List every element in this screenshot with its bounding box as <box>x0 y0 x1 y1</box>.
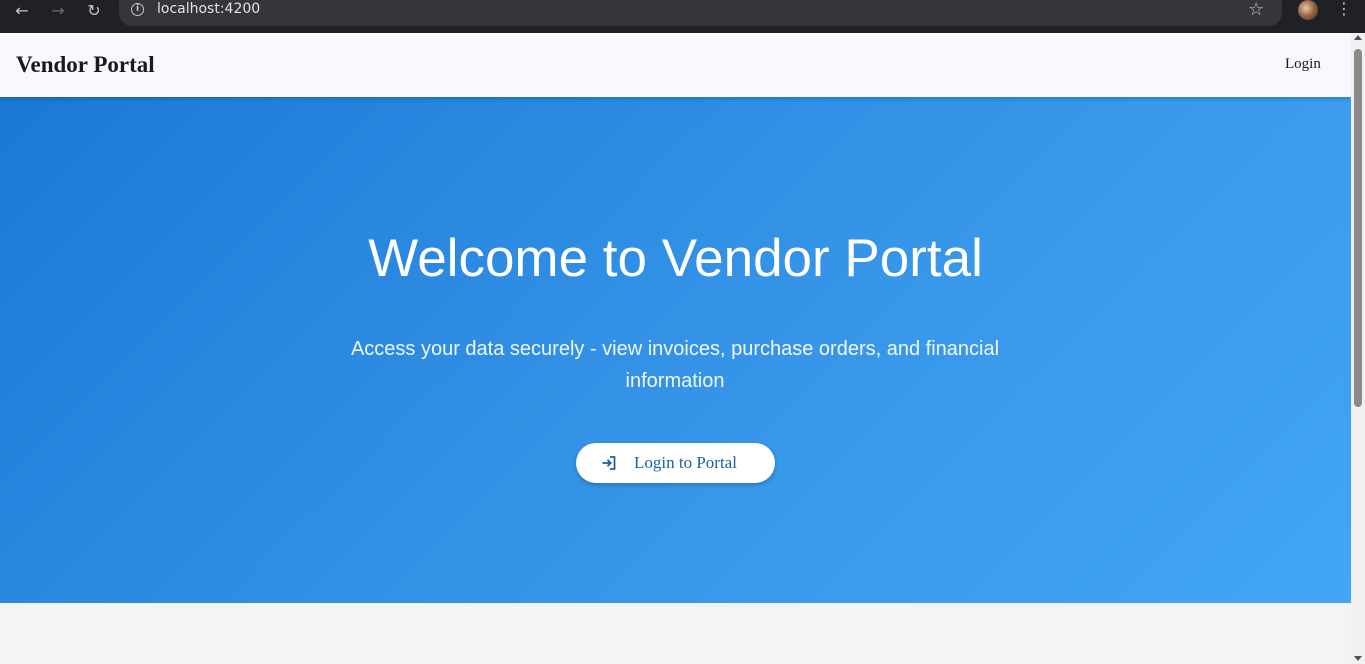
hero-title: Welcome to Vendor Portal <box>368 229 983 288</box>
star-icon[interactable]: ☆ <box>1248 0 1264 20</box>
hero-subtitle: Access your data securely - view invoice… <box>350 338 1000 392</box>
profile-avatar[interactable] <box>1298 0 1318 20</box>
hero-section: Welcome to Vendor Portal Access your dat… <box>0 97 1351 603</box>
scroll-up-arrow-icon[interactable] <box>1354 35 1362 40</box>
site-header: Vendor Portal Login <box>0 33 1351 97</box>
arrow-left-icon: ← <box>15 0 29 20</box>
brand-title: Vendor Portal <box>16 52 155 77</box>
address-bar[interactable]: i localhost:4200 <box>119 0 1282 26</box>
url-text[interactable]: localhost:4200 <box>157 1 260 17</box>
browser-toolbar: ← → ↻ i localhost:4200 ☆ ⋮ <box>0 0 1365 33</box>
login-to-portal-label: Login to Portal <box>634 453 737 472</box>
scrollbar-thumb[interactable] <box>1354 49 1362 407</box>
header-login-link[interactable]: Login <box>1285 56 1321 73</box>
kebab-menu-icon[interactable]: ⋮ <box>1336 0 1352 18</box>
reload-button[interactable]: ↻ <box>80 0 108 20</box>
forward-button[interactable]: → <box>44 0 72 20</box>
arrow-right-icon: → <box>51 0 65 20</box>
back-button[interactable]: ← <box>8 0 36 20</box>
info-icon[interactable]: i <box>131 3 144 16</box>
login-icon <box>602 456 616 470</box>
login-to-portal-button[interactable]: Login to Portal <box>576 443 775 483</box>
reload-icon: ↻ <box>87 0 101 20</box>
page-content: Vendor Portal Login Welcome to Vendor Po… <box>0 33 1351 664</box>
page-scrollbar[interactable] <box>1351 33 1365 664</box>
scroll-down-arrow-icon[interactable] <box>1354 656 1362 661</box>
